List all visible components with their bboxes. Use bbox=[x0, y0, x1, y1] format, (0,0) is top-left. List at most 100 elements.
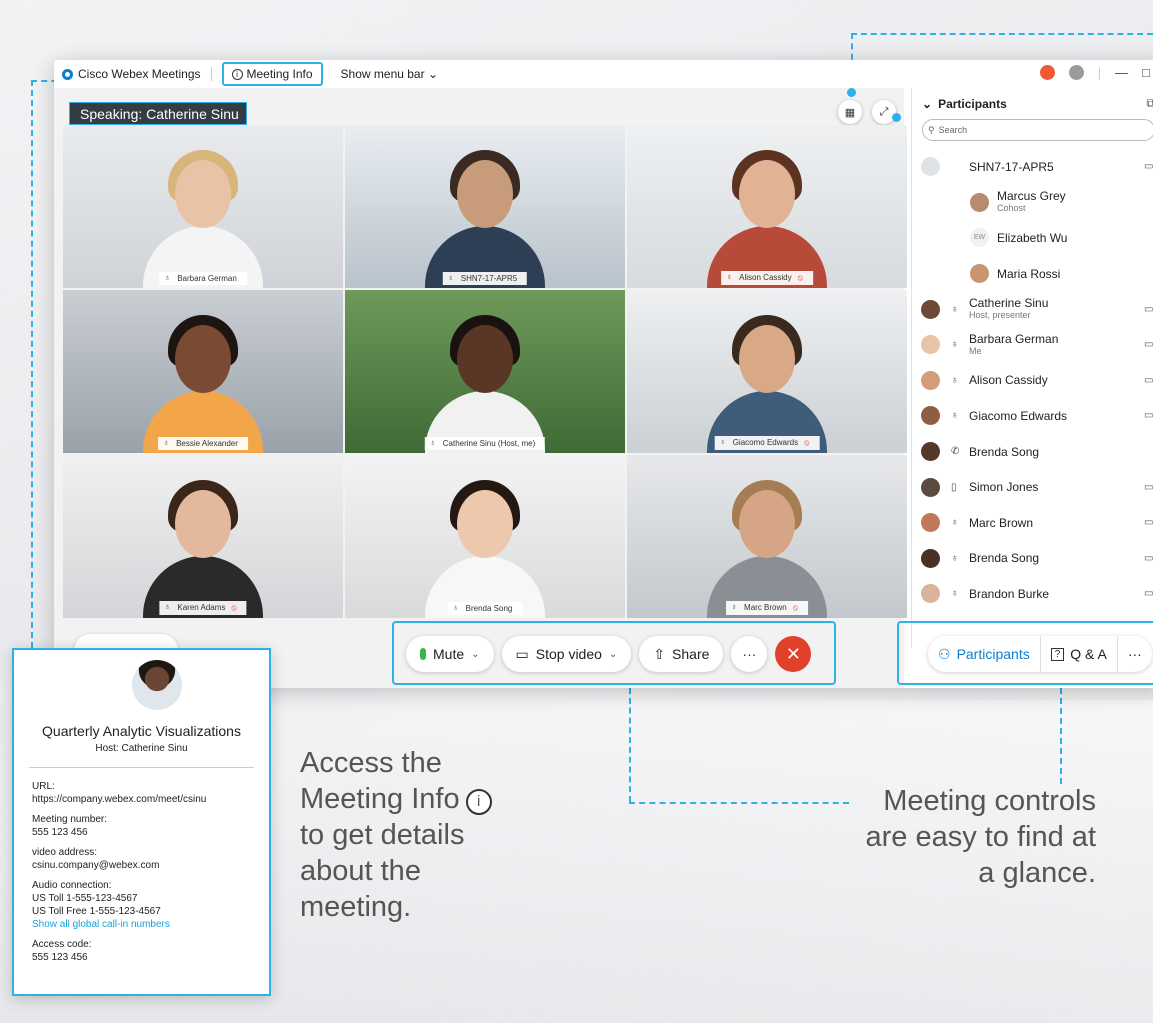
caption-line: are easy to find at bbox=[865, 821, 1096, 853]
callout-line-controls bbox=[629, 688, 631, 802]
audio-icon: ♁ bbox=[726, 272, 733, 281]
more-panels-button[interactable]: ··· bbox=[1116, 636, 1152, 672]
muted-mic-icon: ⦸ bbox=[804, 438, 810, 447]
video-name-label: ♁ Barbara German bbox=[159, 272, 247, 285]
phone-icon: ✆ bbox=[951, 446, 960, 458]
toll-number: US Toll 1-555-123-4567 bbox=[32, 893, 138, 904]
participant-row[interactable]: ♁ Catherine Sinu Host, presenter ▭ bbox=[912, 291, 1153, 327]
avatar: EW bbox=[970, 228, 989, 248]
camera-icon: ▭ bbox=[1144, 410, 1153, 422]
callout-line-right-controls bbox=[1060, 688, 1062, 784]
participant-row[interactable]: SHN7-17-APR5 ▭ bbox=[912, 149, 1153, 185]
participant-row[interactable]: Maria Rossi bbox=[912, 256, 1153, 292]
meeting-controls-caption: Meeting controls are easy to find at a g… bbox=[830, 783, 1096, 891]
access-code-field: Access code: 555 123 456 bbox=[32, 938, 259, 964]
qa-tab[interactable]: ? Q & A bbox=[1039, 636, 1117, 672]
webex-window: Cisco Webex Meetings i Meeting Info Show… bbox=[54, 60, 1153, 688]
meeting-controls: Mute ⌄ ▭ Stop video ⌄ ⇧ Share ··· ✕ bbox=[406, 636, 812, 672]
mute-button[interactable]: Mute ⌄ bbox=[406, 636, 494, 672]
participant-row[interactable]: ♁ Brandon Burke ▭ bbox=[912, 576, 1153, 612]
participant-name: Marcus Grey Cohost bbox=[997, 190, 1066, 214]
participant-row[interactable]: ▯ Simon Jones ▭ bbox=[912, 469, 1153, 505]
video-name-label: ♁ Giacomo Edwards ⦸ bbox=[714, 436, 820, 450]
camera-icon: ▭ bbox=[1144, 374, 1153, 386]
video-tile[interactable]: ♁ Giacomo Edwards ⦸ bbox=[627, 290, 907, 453]
minimize-button[interactable]: — bbox=[1115, 65, 1128, 80]
end-meeting-button[interactable]: ✕ bbox=[775, 636, 812, 672]
participant-row[interactable]: ♁ Marc Brown ▭ bbox=[912, 505, 1153, 541]
video-tile[interactable]: ♁ SHN7-17-APR5 bbox=[345, 125, 625, 288]
muted-mic-icon: ⦸ bbox=[231, 603, 237, 612]
meeting-info-button[interactable]: i Meeting Info bbox=[221, 62, 323, 86]
info-icon: i bbox=[231, 68, 243, 80]
meeting-number: 555 123 456 bbox=[32, 827, 88, 838]
camera-icon: ▭ bbox=[1144, 339, 1153, 351]
video-tile[interactable]: ♁ Karen Adams ⦸ bbox=[63, 455, 343, 618]
connection-icon[interactable] bbox=[1068, 65, 1084, 80]
webex-logo-icon bbox=[62, 68, 73, 80]
participant-row[interactable]: ♁ Giacomo Edwards ▭ bbox=[912, 398, 1153, 434]
participant-name: Marc Brown bbox=[969, 517, 1033, 529]
participant-name: Elizabeth Wu bbox=[997, 232, 1067, 244]
avatar bbox=[921, 335, 940, 355]
video-name-label: ♁ Karen Adams ⦸ bbox=[159, 601, 247, 615]
video-tile[interactable]: ♁ Alison Cassidy ⦸ bbox=[627, 125, 907, 288]
meeting-info-label: Meeting Info bbox=[246, 67, 313, 81]
qa-tab-label: Q & A bbox=[1070, 646, 1107, 662]
participants-tab[interactable]: ⚇ Participants bbox=[928, 636, 1040, 672]
participant-video bbox=[692, 138, 842, 288]
participant-row[interactable]: Marcus Grey Cohost bbox=[912, 185, 1153, 221]
meeting-url[interactable]: https://company.webex.com/meet/csinu bbox=[32, 793, 259, 806]
video-tile[interactable]: ♁ Marc Brown ⦸ bbox=[627, 455, 907, 618]
participant-name: SHN7-17-APR5 bbox=[460, 274, 518, 283]
global-call-in-link[interactable]: Show all global call-in numbers bbox=[32, 918, 259, 931]
participant-video bbox=[692, 468, 842, 618]
participant-row[interactable]: EW Elizabeth Wu bbox=[912, 220, 1153, 256]
chevron-down-icon[interactable]: ⌄ bbox=[609, 649, 617, 660]
more-options-button[interactable]: ··· bbox=[731, 636, 768, 672]
chevron-down-icon[interactable]: ⌄ bbox=[471, 649, 479, 660]
video-tile[interactable]: ♁ Barbara German bbox=[63, 125, 343, 288]
avatar bbox=[921, 584, 940, 604]
stop-video-label: Stop video bbox=[535, 646, 602, 662]
layout-grid-icon[interactable]: ▦ bbox=[838, 100, 862, 124]
participant-name-text: Alison Cassidy bbox=[969, 373, 1048, 388]
camera-icon: ▭ bbox=[1144, 552, 1153, 564]
avatar bbox=[921, 370, 940, 390]
title-bar: Cisco Webex Meetings i Meeting Info Show… bbox=[54, 60, 1153, 88]
participant-search-input[interactable]: ⚲ Search bbox=[922, 119, 1153, 141]
panel-controls: ⚇ Participants ? Q & A ··· bbox=[928, 636, 1152, 672]
active-speaker-label: Speaking: Catherine Sinu bbox=[69, 102, 247, 125]
chevron-down-icon: ⌄ bbox=[922, 96, 933, 111]
participant-row[interactable]: ♁ Alison Cassidy ▭ bbox=[912, 363, 1153, 399]
video-tile[interactable]: ♁ Catherine Sinu (Host, me) bbox=[345, 290, 625, 453]
camera-icon: ▭ bbox=[515, 645, 529, 662]
camera-icon: ▭ bbox=[1144, 481, 1153, 493]
participant-row[interactable]: ♁ Barbara German Me ▭ bbox=[912, 327, 1153, 363]
participant-row[interactable]: ♁ Brenda Song ▭ bbox=[912, 541, 1153, 577]
participant-video bbox=[410, 138, 560, 288]
participant-name: Bessie Alexander bbox=[176, 439, 238, 448]
participant-video bbox=[410, 468, 560, 618]
maximize-button[interactable]: □ bbox=[1142, 65, 1150, 80]
share-button[interactable]: ⇧ Share bbox=[639, 636, 724, 672]
audio-icon: ♁ bbox=[447, 273, 454, 282]
notification-icon[interactable] bbox=[1039, 65, 1055, 80]
participants-header[interactable]: ⌄ Participants ⧉ bbox=[912, 88, 1153, 119]
participant-row[interactable]: ✆ Brenda Song bbox=[912, 434, 1153, 470]
caption-line: a glance. bbox=[978, 857, 1096, 889]
video-tile[interactable]: ♁ Brenda Song bbox=[345, 455, 625, 618]
popout-icon[interactable]: ⧉ bbox=[1146, 96, 1153, 111]
participant-name: Barbara German Me bbox=[969, 333, 1058, 357]
microphone-icon bbox=[420, 648, 426, 660]
video-tile[interactable]: ♁ Bessie Alexander bbox=[63, 290, 343, 453]
question-icon: ? bbox=[1050, 647, 1065, 661]
participant-name: Catherine Sinu Host, presenter bbox=[969, 297, 1048, 321]
participant-name: Maria Rossi bbox=[997, 268, 1060, 280]
show-menu-bar-button[interactable]: Show menu bar ⌄ bbox=[341, 67, 438, 81]
mute-label: Mute bbox=[433, 646, 465, 662]
app-name: Cisco Webex Meetings bbox=[78, 67, 201, 81]
chevron-down-icon: ⌄ bbox=[427, 67, 438, 81]
stop-video-button[interactable]: ▭ Stop video ⌄ bbox=[501, 636, 632, 672]
audio-icon: ♁ bbox=[731, 602, 738, 611]
